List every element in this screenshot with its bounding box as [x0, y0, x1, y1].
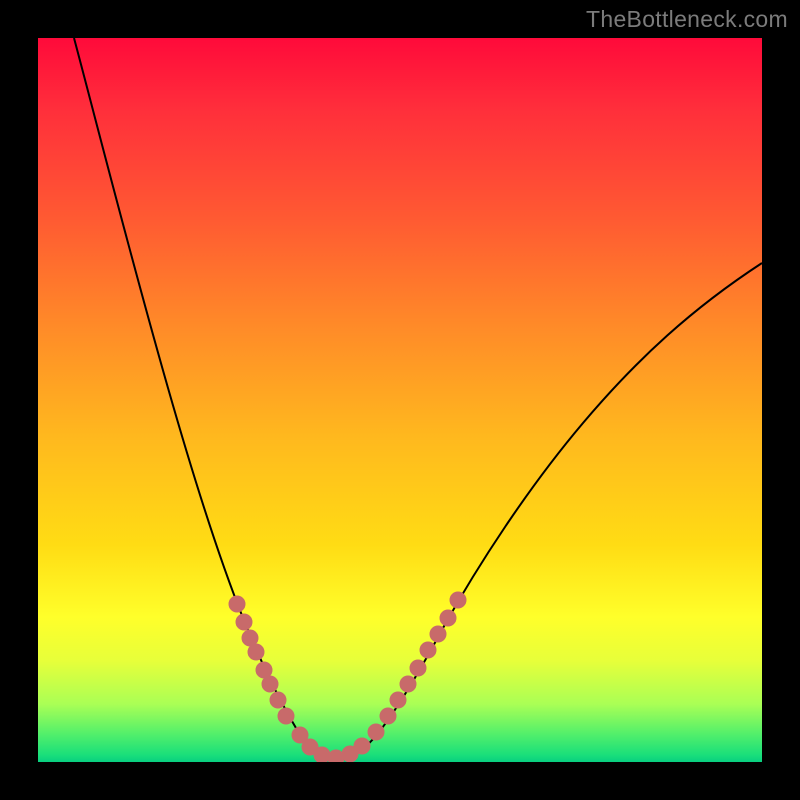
bead: [262, 676, 278, 692]
bead: [440, 610, 456, 626]
bead: [236, 614, 252, 630]
bead-group-right: [368, 592, 466, 740]
bead-group-trough: [292, 727, 370, 762]
outer-frame: TheBottleneck.com: [0, 0, 800, 800]
bead: [314, 747, 330, 762]
bead: [354, 738, 370, 754]
bead: [270, 692, 286, 708]
curve-layer: [38, 38, 762, 762]
bead: [430, 626, 446, 642]
bead: [410, 660, 426, 676]
bead: [248, 644, 264, 660]
bead: [390, 692, 406, 708]
bead: [229, 596, 245, 612]
bead: [278, 708, 294, 724]
bead: [450, 592, 466, 608]
bead: [400, 676, 416, 692]
watermark-text: TheBottleneck.com: [586, 6, 788, 33]
bead: [328, 750, 344, 762]
bead: [368, 724, 384, 740]
bead: [420, 642, 436, 658]
plot-area: [38, 38, 762, 762]
bottleneck-curve: [74, 38, 762, 759]
bead: [380, 708, 396, 724]
